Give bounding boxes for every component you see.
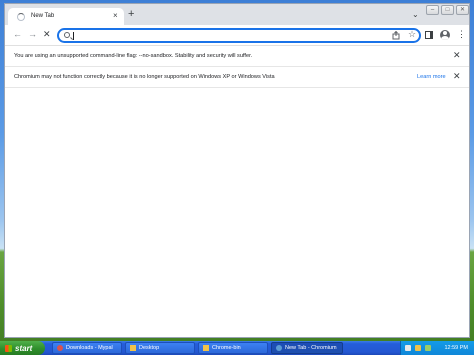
sandbox-warning-infobar: You are using an unsupported command-lin… bbox=[5, 46, 469, 67]
volume-icon[interactable] bbox=[425, 345, 431, 351]
new-tab-button[interactable]: + bbox=[128, 9, 134, 20]
minimize-button[interactable]: – bbox=[426, 5, 439, 15]
tab-new-tab[interactable]: New Tab × bbox=[8, 8, 124, 26]
taskbar-item-label: Desktop bbox=[139, 345, 160, 351]
infobar-message: Chromium may not function correctly beca… bbox=[14, 74, 275, 80]
search-icon bbox=[64, 32, 70, 38]
taskbar-item-label: Chrome-bin bbox=[212, 345, 241, 351]
close-infobar-icon[interactable]: ✕ bbox=[453, 71, 461, 81]
security-icon[interactable] bbox=[415, 345, 421, 351]
chromium-icon bbox=[276, 345, 282, 351]
maximize-button[interactable]: □ bbox=[441, 5, 454, 15]
folder-icon bbox=[130, 345, 136, 351]
mypal-icon bbox=[57, 345, 63, 351]
network-icon[interactable] bbox=[405, 345, 411, 351]
taskbar-item-downloads[interactable]: Downloads - Mypal bbox=[52, 342, 122, 354]
browser-window: New Tab × + ⌄ – □ ✕ ← → ✕ ☆ ⋮ You are us… bbox=[4, 3, 470, 338]
taskbar-item-label: New Tab - Chromium bbox=[285, 345, 337, 351]
taskbar-item-desktop[interactable]: Desktop bbox=[125, 342, 195, 354]
start-button[interactable]: start bbox=[0, 341, 45, 355]
back-button[interactable]: ← bbox=[13, 29, 22, 39]
close-window-button[interactable]: ✕ bbox=[456, 5, 469, 15]
tab-close-icon[interactable]: × bbox=[113, 11, 118, 20]
menu-icon[interactable]: ⋮ bbox=[457, 29, 466, 39]
tab-title: New Tab bbox=[31, 13, 55, 19]
stop-button[interactable]: ✕ bbox=[43, 29, 51, 39]
tab-strip: New Tab × + ⌄ – □ ✕ bbox=[5, 4, 469, 26]
address-bar[interactable]: ☆ bbox=[57, 28, 421, 43]
taskbar-item-chromium[interactable]: New Tab - Chromium bbox=[271, 342, 343, 354]
bookmark-star-icon[interactable]: ☆ bbox=[408, 29, 416, 40]
system-tray: 12:59 PM bbox=[400, 341, 474, 355]
browser-toolbar: ← → ✕ ☆ ⋮ bbox=[5, 25, 469, 46]
taskbar-item-label: Downloads - Mypal bbox=[66, 345, 113, 351]
forward-button[interactable]: → bbox=[28, 29, 37, 39]
windows-logo-icon bbox=[5, 344, 12, 352]
share-icon[interactable] bbox=[392, 31, 400, 40]
side-panel-icon[interactable] bbox=[425, 31, 433, 39]
page-content bbox=[5, 89, 469, 337]
loading-spinner-icon bbox=[17, 13, 25, 21]
start-label: start bbox=[15, 343, 33, 353]
close-infobar-icon[interactable]: ✕ bbox=[453, 50, 461, 60]
text-cursor bbox=[73, 32, 74, 40]
infobar-message: You are using an unsupported command-lin… bbox=[14, 53, 253, 59]
window-controls: – □ ✕ bbox=[426, 5, 469, 15]
folder-icon bbox=[203, 345, 209, 351]
taskbar: start Downloads - Mypal Desktop Chrome-b… bbox=[0, 341, 474, 355]
taskbar-item-chrome-bin[interactable]: Chrome-bin bbox=[198, 342, 268, 354]
learn-more-link[interactable]: Learn more bbox=[417, 74, 446, 80]
clock[interactable]: 12:59 PM bbox=[444, 345, 468, 351]
unsupported-os-infobar: Chromium may not function correctly beca… bbox=[5, 67, 469, 88]
profile-avatar-icon[interactable] bbox=[440, 30, 450, 40]
tab-search-icon[interactable]: ⌄ bbox=[412, 10, 419, 19]
